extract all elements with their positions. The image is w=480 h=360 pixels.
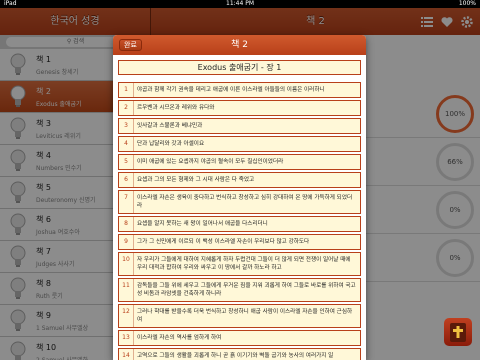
chapter-title: Exodus 출애굽기 - 장 1 — [118, 60, 361, 75]
verse-text: 잇사갈과 스불론과 베냐민과 — [137, 123, 203, 129]
verse-row[interactable]: 1 야곱과 함께 각기 권속을 데리고 애굽에 이른 이스라엘 아들들의 이름은 … — [118, 82, 361, 98]
modal-header: 완료 책 2 — [113, 35, 366, 55]
verse-number: 11 — [119, 279, 134, 301]
verse-text: 그러나 학대를 받을수록 더욱 번식하고 창성하니 애굽 사람이 이스라엘 자손… — [137, 309, 353, 323]
verse-row[interactable]: 6 요셉과 그의 모든 형제와 그 시대 사람은 다 죽었고 — [118, 172, 361, 188]
modal-title: 책 2 — [231, 40, 248, 50]
verse-number: 12 — [119, 305, 134, 327]
verse-text: 감독들을 그들 위에 세우고 그들에게 무거운 짐을 지워 괴롭게 하여 그들로… — [137, 283, 356, 297]
verse-text: 이스라엘 자손의 역사를 엄하게 하여 — [137, 335, 222, 341]
verse-text: 단과 납달리와 갓과 아셀이요 — [137, 141, 205, 147]
verse-text: 르우벤과 시므온과 레위와 유다와 — [137, 105, 215, 111]
verse-row[interactable]: 5 이미 애굽에 있는 요셉까지 야곱의 혈속이 모두 칠십인이었더라 — [118, 154, 361, 170]
verse-number: 3 — [119, 119, 134, 133]
verse-row[interactable]: 8 요셉을 알지 못하는 새 왕이 일어나서 애굽을 다스리더니 — [118, 216, 361, 232]
status-bar: iPad 11:44 PM 100% — [0, 0, 480, 8]
verse-number: 6 — [119, 173, 134, 187]
verse-row[interactable]: 11 감독들을 그들 위에 세우고 그들에게 무거운 짐을 지워 괴롭게 하여 그… — [118, 278, 361, 302]
verse-number: 4 — [119, 137, 134, 151]
verse-number: 10 — [119, 253, 134, 275]
verse-row[interactable]: 2 르우벤과 시므온과 레위와 유다와 — [118, 100, 361, 116]
verse-number: 7 — [119, 191, 134, 213]
verse-row[interactable]: 4 단과 납달리와 갓과 아셀이요 — [118, 136, 361, 152]
verse-text: 요셉을 알지 못하는 새 왕이 일어나서 애굽을 다스리더니 — [137, 221, 268, 227]
verse-text: 자 우리가 그들에게 대하여 지혜롭게 하자 두렵건대 그들이 더 많게 되면 … — [137, 257, 351, 271]
verse-text: 그가 그 신민에게 이르되 이 백성 이스라엘 자손이 우리보다 많고 강하도다 — [137, 239, 310, 245]
verse-row[interactable]: 13 이스라엘 자손의 역사를 엄하게 하여 — [118, 330, 361, 346]
chapter-modal: 완료 책 2 Exodus 출애굽기 - 장 1 1 야곱과 함께 각기 권속을 … — [113, 35, 366, 360]
verse-number: 9 — [119, 235, 134, 249]
verse-number: 5 — [119, 155, 134, 169]
verse-text: 요셉과 그의 모든 형제와 그 시대 사람은 다 죽었고 — [137, 177, 255, 183]
verse-row[interactable]: 7 이스라엘 자손은 생육이 중다하고 번식하고 창성하고 심히 강대하여 온 땅… — [118, 190, 361, 214]
verse-number: 8 — [119, 217, 134, 231]
battery-label: 100% — [458, 0, 476, 7]
verse-row[interactable]: 10 자 우리가 그들에게 대하여 지혜롭게 하자 두렵건대 그들이 더 많게 되… — [118, 252, 361, 276]
verse-number: 13 — [119, 331, 134, 345]
bible-app-icon[interactable] — [444, 318, 472, 346]
verse-number: 1 — [119, 83, 134, 97]
verse-number: 14 — [119, 349, 134, 360]
verse-text: 고역으로 그들의 생활을 괴롭게 하니 곧 흙 이기기와 벽돌 굽기와 농사의 … — [137, 353, 334, 359]
verse-text: 이스라엘 자손은 생육이 중다하고 번식하고 창성하고 심히 강대하여 온 땅에… — [137, 195, 353, 209]
verse-row[interactable]: 3 잇사갈과 스불론과 베냐민과 — [118, 118, 361, 134]
verse-row[interactable]: 9 그가 그 신민에게 이르되 이 백성 이스라엘 자손이 우리보다 많고 강하도… — [118, 234, 361, 250]
clock: 11:44 PM — [226, 0, 254, 7]
verse-text: 야곱과 함께 각기 권속을 데리고 애굽에 이른 이스라엘 아들들의 이름은 이… — [137, 87, 325, 93]
verse-text: 이미 애굽에 있는 요셉까지 야곱의 혈속이 모두 칠십인이었더라 — [137, 159, 284, 165]
verse-number: 2 — [119, 101, 134, 115]
verse-row[interactable]: 14 고역으로 그들의 생활을 괴롭게 하니 곧 흙 이기기와 벽돌 굽기와 농사… — [118, 348, 361, 360]
verse-list: 1 야곱과 함께 각기 권속을 데리고 애굽에 이른 이스라엘 아들들의 이름은 … — [118, 82, 361, 360]
verse-row[interactable]: 12 그러나 학대를 받을수록 더욱 번식하고 창성하니 애굽 사람이 이스라엘 … — [118, 304, 361, 328]
